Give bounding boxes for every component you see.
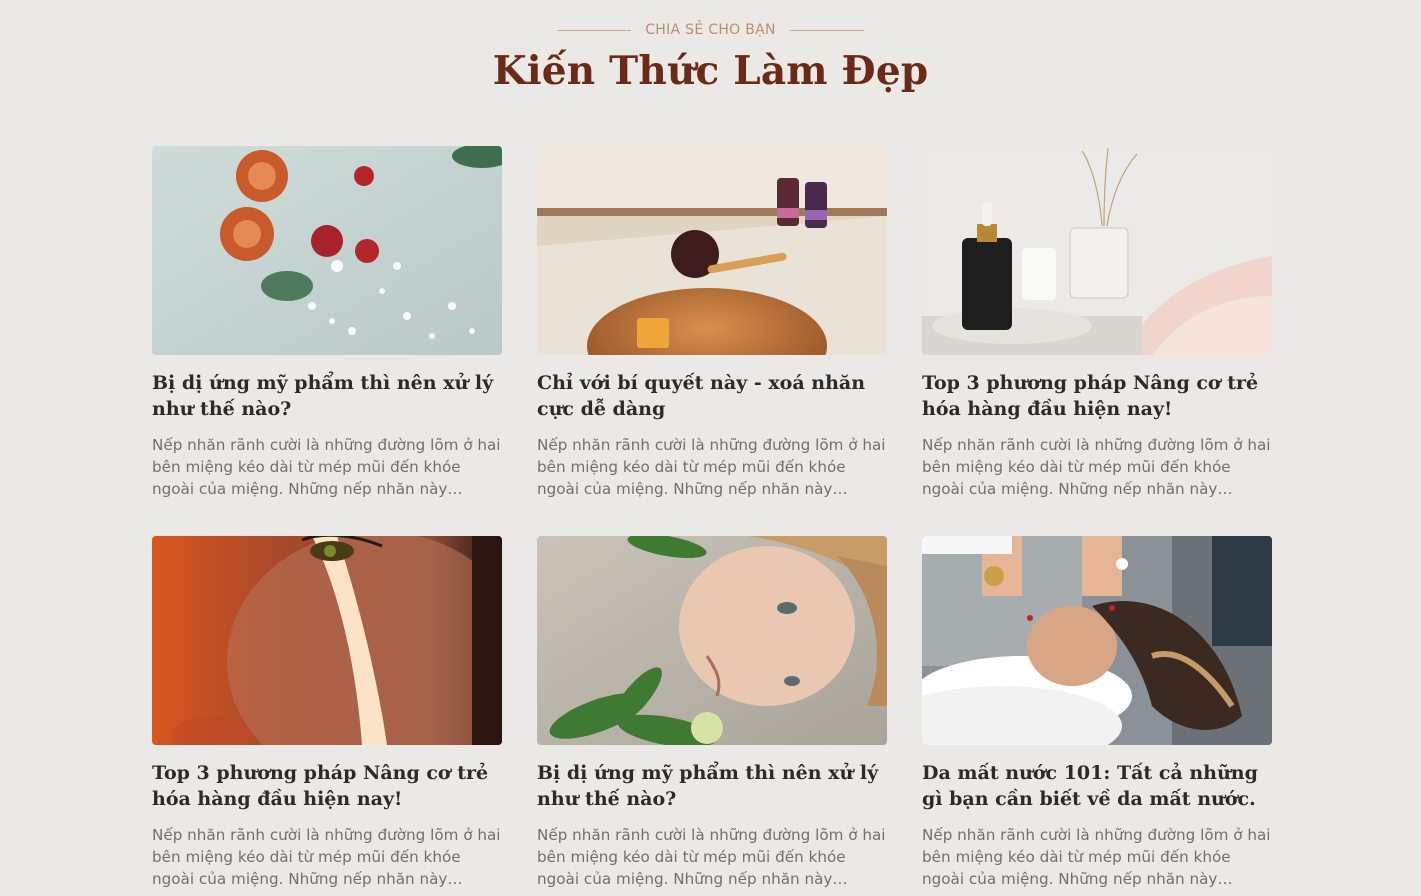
post-title[interactable]: Bị dị ứng mỹ phẩm thì nên xử lý như thế … [152, 370, 502, 422]
post-title[interactable]: Da mất nước 101: Tất cả những gì bạn cần… [922, 760, 1272, 812]
post-card[interactable]: Da mất nước 101: Tất cả những gì bạn cần… [922, 536, 1272, 896]
page-title: Kiến Thức Làm Đẹp [492, 48, 929, 94]
serum-bottle-photo [922, 146, 1272, 355]
face-light-portrait-photo [152, 536, 502, 745]
eyebrow-text: CHIA SẺ CHO BẠN [645, 22, 776, 38]
post-thumbnail[interactable] [152, 536, 502, 745]
eyebrow: CHIA SẺ CHO BẠN [0, 22, 1421, 38]
facial-massage-photo [922, 536, 1272, 745]
post-card[interactable]: Chỉ với bí quyết này - xoá nhăn cực dễ d… [537, 146, 887, 506]
post-card[interactable]: Top 3 phương pháp Nâng cơ trẻ hóa hàng đ… [152, 536, 502, 896]
post-thumbnail[interactable] [152, 146, 502, 355]
aromatherapy-bowl-photo [537, 146, 887, 355]
post-excerpt: Nếp nhăn rãnh cười là những đường lõm ở … [152, 436, 501, 498]
eyebrow-rule-left [557, 29, 632, 31]
post-card[interactable]: Top 3 phương pháp Nâng cơ trẻ hóa hàng đ… [922, 146, 1272, 506]
flowers-on-water-photo [152, 146, 502, 355]
post-excerpt: Nếp nhăn rãnh cười là những đường lõm ở … [922, 436, 1271, 498]
post-thumbnail[interactable] [922, 146, 1272, 355]
post-excerpt: Nếp nhăn rãnh cười là những đường lõm ở … [152, 826, 501, 888]
post-excerpt: Nếp nhăn rãnh cười là những đường lõm ở … [537, 826, 886, 888]
post-card[interactable]: Bị dị ứng mỹ phẩm thì nên xử lý như thế … [537, 536, 887, 896]
post-title[interactable]: Chỉ với bí quyết này - xoá nhăn cực dễ d… [537, 370, 887, 422]
post-thumbnail[interactable] [537, 536, 887, 745]
post-excerpt: Nếp nhăn rãnh cười là những đường lõm ở … [537, 436, 886, 498]
post-title[interactable]: Top 3 phương pháp Nâng cơ trẻ hóa hàng đ… [152, 760, 502, 812]
post-card[interactable]: Bị dị ứng mỹ phẩm thì nên xử lý như thế … [152, 146, 502, 506]
post-excerpt: Nếp nhăn rãnh cười là những đường lõm ở … [922, 826, 1271, 888]
post-title[interactable]: Bị dị ứng mỹ phẩm thì nên xử lý như thế … [537, 760, 887, 812]
post-title[interactable]: Top 3 phương pháp Nâng cơ trẻ hóa hàng đ… [922, 370, 1272, 422]
eyebrow-rule-right [789, 29, 864, 31]
post-thumbnail[interactable] [537, 146, 887, 355]
post-thumbnail[interactable] [922, 536, 1272, 745]
woman-with-leaves-photo [537, 536, 887, 745]
